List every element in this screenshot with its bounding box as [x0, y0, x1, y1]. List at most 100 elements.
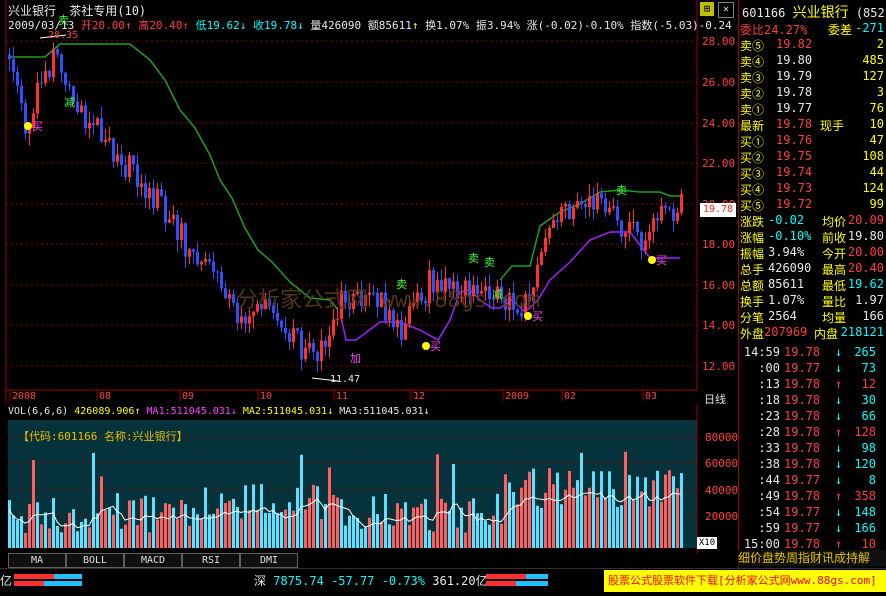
candle — [160, 189, 163, 197]
stat-label: 最低 — [822, 279, 847, 293]
volume-bar — [464, 532, 467, 548]
candle — [296, 328, 299, 331]
close-icon[interactable]: ✕ — [718, 2, 734, 18]
volume-bar — [48, 528, 51, 548]
volume-bar — [248, 510, 251, 548]
volume-bar — [592, 471, 595, 548]
volume-bar — [620, 505, 623, 548]
stat-value: 85611 — [768, 277, 805, 291]
bid-price: 19.74 — [776, 165, 813, 179]
low-mark: 11.47 — [330, 374, 361, 385]
volume-bar — [400, 508, 403, 548]
tick-arrow: ↓ — [835, 521, 843, 535]
volume-bar — [392, 525, 395, 548]
volume-bar — [404, 502, 407, 548]
volume-bar — [132, 500, 135, 548]
candle — [588, 196, 591, 208]
bar-high: 高20.40 — [138, 19, 183, 32]
volume-bar — [148, 532, 151, 548]
volume-bar — [32, 459, 35, 548]
volume-bar — [308, 498, 311, 548]
ask-price: 19.78 — [776, 85, 813, 99]
volume-bar — [540, 507, 543, 548]
candle — [564, 203, 567, 207]
ad-banner[interactable]: 股票公式股票软件下载[分析家公式网www.88gs.com] — [604, 570, 886, 592]
volume-bar — [312, 484, 315, 548]
watermark: 分析家公式网 www.88gs.com — [236, 288, 541, 313]
x-tick-label: 02 — [564, 391, 576, 402]
candle — [540, 252, 543, 265]
volume-bar — [532, 468, 535, 548]
tick-arrow: ↓ — [835, 457, 843, 471]
candle — [156, 189, 159, 209]
tick-row: :59 19.77 ↓ 166 — [740, 521, 886, 537]
tick-arrow: ↑ — [835, 377, 843, 391]
volume-bar — [224, 503, 227, 548]
volume-bar — [216, 508, 219, 548]
candle — [140, 183, 143, 188]
volume-bar — [448, 510, 451, 548]
stat-label: 涨幅 — [740, 231, 765, 245]
volume-bar — [544, 492, 547, 548]
volume-bar — [560, 504, 563, 548]
candle — [636, 221, 639, 233]
volume-bar — [220, 493, 223, 548]
volume-bar — [436, 454, 439, 548]
volume-bar — [172, 507, 175, 548]
footer-tabs[interactable]: 细价盘势周指财讯成持解 — [738, 550, 886, 566]
candle — [216, 271, 219, 273]
indicator-tab-ma[interactable]: MA — [8, 553, 66, 568]
candle — [168, 219, 171, 223]
indicator-tab-rsi[interactable]: RSI — [182, 553, 240, 568]
tick-price: 19.78 — [784, 425, 821, 439]
stat-label: 振幅 — [740, 247, 765, 261]
ohlc-bar: 2009/03/13 开20.00↑ 高20.40↑ 低19.62↓ 收19.7… — [8, 19, 732, 32]
tick-arrow: ↓ — [835, 473, 843, 487]
bid-row: 买④ 19.73 124 — [740, 181, 886, 197]
tick-price: 19.78 — [784, 537, 821, 551]
candle — [628, 222, 631, 233]
y-tick-label: 22.00 — [702, 157, 735, 170]
volume-bar — [380, 521, 383, 548]
tick-time: :00 — [758, 361, 780, 375]
volume-chart[interactable]: 80000 60000 40000 20000 — [0, 404, 738, 554]
volume-bar — [140, 498, 143, 548]
bar-change: 涨(-0.02)-0.10% — [526, 19, 624, 32]
candle — [584, 204, 587, 208]
bid-row: 买① 19.76 47 — [740, 133, 886, 149]
candle — [660, 205, 663, 221]
bid-label: 买① — [740, 135, 765, 149]
volume-bar — [648, 506, 651, 548]
indicator-tab-macd[interactable]: MACD — [124, 553, 182, 568]
volume-bar — [576, 480, 579, 548]
bid-volume: 47 — [869, 133, 884, 147]
tick-price: 19.78 — [784, 377, 821, 391]
candle — [48, 70, 51, 78]
volume-bar — [120, 528, 123, 548]
volume-bar — [144, 495, 147, 548]
volume-bar — [476, 513, 479, 548]
volume-bar — [176, 519, 179, 548]
tick-time: 14:59 — [743, 345, 780, 359]
candle — [212, 261, 215, 272]
y-tick-label: 16.00 — [702, 279, 735, 292]
indicator-tab-dmi[interactable]: DMI — [240, 553, 298, 568]
candle — [624, 232, 627, 237]
volume-bar — [652, 480, 655, 548]
shenzhen-index[interactable]: 深 7875.74 -57.77 -0.73% 361.20亿 — [254, 572, 488, 589]
bid-row: 买② 19.75 108 — [740, 149, 886, 165]
tick-arrow: ↓ — [835, 505, 843, 519]
indicator-tab-boll[interactable]: BOLL — [66, 553, 124, 568]
fuquan-icon[interactable]: ⊞ — [700, 2, 714, 16]
candle — [608, 207, 611, 213]
price-chart[interactable]: 28.0026.0024.0022.0020.0018.0016.0014.00… — [0, 0, 738, 404]
candle — [620, 220, 623, 237]
ask-row: 卖① 19.77 76 — [740, 101, 886, 117]
ask-row: 卖⑤ 19.82 2 — [740, 37, 886, 53]
tick-arrow: ↓ — [835, 409, 843, 423]
volume-bar — [208, 514, 211, 548]
candle — [632, 221, 635, 223]
buy-marker — [648, 256, 656, 264]
candle — [96, 118, 99, 126]
tick-row: :44 19.77 ↓ 8 — [740, 473, 886, 489]
